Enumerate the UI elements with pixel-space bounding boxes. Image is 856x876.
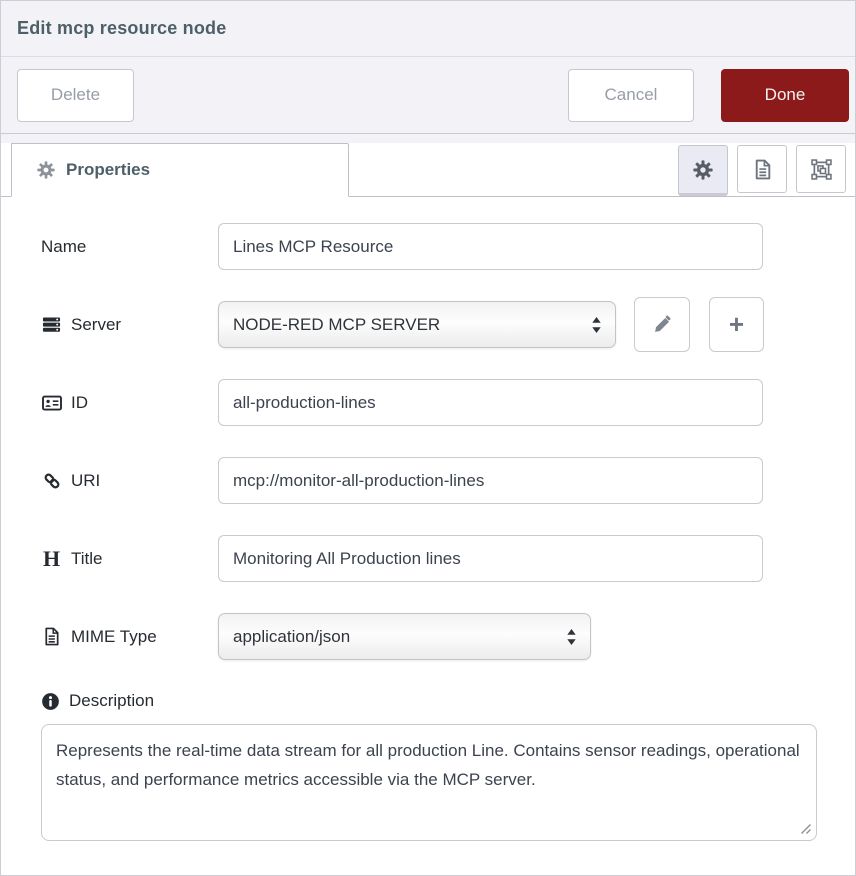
server-select-value: NODE-RED MCP SERVER: [233, 315, 440, 335]
mime-row: MIME Type application/json: [41, 613, 817, 660]
name-label-wrap: Name: [41, 237, 218, 257]
appearance-frame-icon: [811, 159, 832, 180]
file-icon: [41, 627, 62, 646]
pencil-icon: [653, 315, 672, 334]
name-row: Name: [41, 223, 817, 270]
description-box: Represents the real-time data stream for…: [41, 724, 817, 841]
server-icon: [41, 315, 62, 334]
mime-label-wrap: MIME Type: [41, 627, 218, 647]
id-label: ID: [71, 393, 88, 413]
mime-select-value: application/json: [233, 627, 350, 647]
title-label: Title: [71, 549, 103, 569]
edit-server-button[interactable]: [634, 297, 690, 352]
info-icon: [41, 692, 60, 711]
properties-form: Name Server NODE-RED MCP SERVER: [1, 197, 855, 859]
name-input[interactable]: [218, 223, 763, 270]
add-server-button[interactable]: +: [709, 297, 764, 352]
server-select[interactable]: NODE-RED MCP SERVER: [218, 301, 616, 348]
server-label-wrap: Server: [41, 315, 218, 335]
uri-input[interactable]: [218, 457, 763, 504]
title-input[interactable]: [218, 535, 763, 582]
gear-icon: [37, 161, 55, 179]
tab-bar: Properties: [1, 143, 855, 197]
tab-properties-label: Properties: [66, 160, 150, 180]
done-button[interactable]: Done: [721, 69, 849, 122]
title-label-wrap: H Title: [41, 548, 218, 570]
link-icon: [41, 472, 62, 490]
select-arrows-icon: [591, 316, 602, 333]
name-label: Name: [41, 237, 86, 257]
uri-row: URI: [41, 457, 817, 504]
dialog-title: Edit mcp resource node: [17, 18, 226, 39]
document-icon: [752, 159, 773, 180]
id-input[interactable]: [218, 379, 763, 426]
description-textarea[interactable]: Represents the real-time data stream for…: [41, 724, 817, 841]
dialog-header: Edit mcp resource node: [1, 1, 855, 57]
id-row: ID: [41, 379, 817, 426]
uri-label: URI: [71, 471, 100, 491]
id-label-wrap: ID: [41, 393, 218, 413]
description-label: Description: [69, 691, 154, 711]
server-row: Server NODE-RED MCP SERVER +: [41, 301, 817, 348]
tab-tools: [678, 143, 846, 196]
server-label: Server: [71, 315, 121, 335]
dialog-chrome: Edit mcp resource node Delete Cancel Don…: [1, 1, 855, 143]
mime-select[interactable]: application/json: [218, 613, 591, 660]
appearance-tab-button[interactable]: [796, 145, 846, 193]
delete-button[interactable]: Delete: [17, 69, 134, 122]
title-row: H Title: [41, 535, 817, 582]
gear-icon: [693, 160, 713, 180]
description-label-row: Description: [41, 691, 817, 711]
edit-node-dialog: Edit mcp resource node Delete Cancel Don…: [0, 0, 856, 876]
description-tab-button[interactable]: [737, 145, 787, 193]
tab-properties[interactable]: Properties: [11, 143, 349, 197]
properties-tab-button[interactable]: [678, 145, 728, 196]
id-card-icon: [41, 393, 62, 413]
heading-icon: H: [41, 548, 62, 570]
select-arrows-icon: [566, 628, 577, 645]
plus-icon: +: [729, 311, 744, 337]
dialog-button-bar: Delete Cancel Done: [1, 57, 855, 134]
mime-label: MIME Type: [71, 627, 157, 647]
uri-label-wrap: URI: [41, 471, 218, 491]
cancel-button[interactable]: Cancel: [568, 69, 694, 122]
